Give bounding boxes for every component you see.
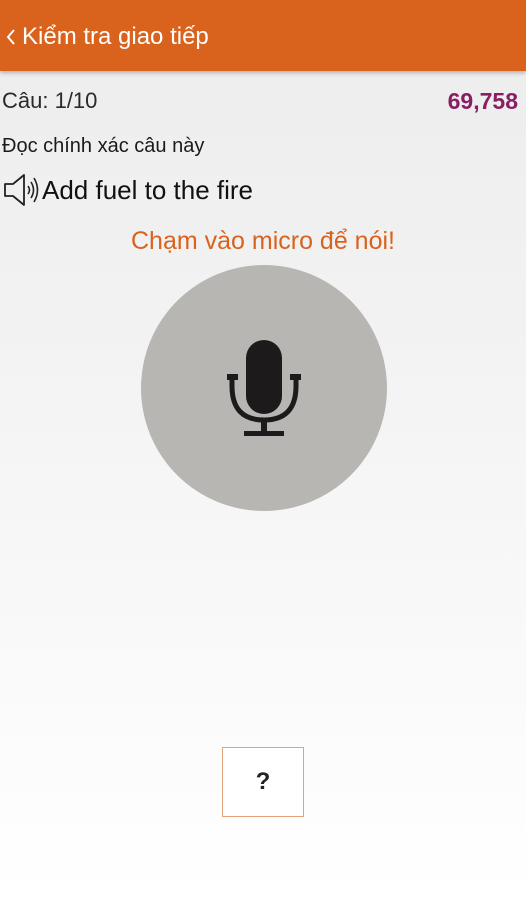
mic-button[interactable]: [141, 265, 387, 511]
page-title: Kiểm tra giao tiếp: [22, 23, 209, 50]
question-counter: Câu: 1/10: [2, 88, 98, 113]
app-bar: Kiểm tra giao tiếp: [0, 0, 526, 71]
mic-prompt: Chạm vào micro để nói!: [130, 227, 395, 255]
phrase-text: Add fuel to the fire: [42, 174, 254, 205]
chevron-left-icon: [6, 29, 15, 45]
score-value: 69,758: [447, 88, 518, 114]
speaker-icon[interactable]: [2, 170, 42, 210]
back-button[interactable]: Kiểm tra giao tiếp: [4, 18, 209, 56]
microphone-icon: [227, 340, 301, 436]
instruction-text: Đọc chính xác câu này: [2, 135, 205, 157]
hint-button[interactable]: ?: [222, 747, 304, 817]
phrase-row: Add fuel to the fire: [2, 170, 253, 210]
